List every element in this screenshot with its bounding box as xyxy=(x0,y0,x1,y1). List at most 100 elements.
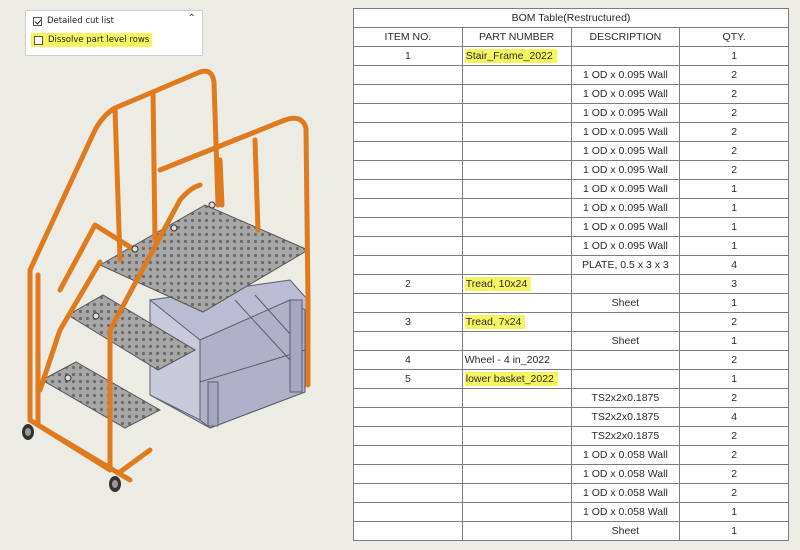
cell-description: 1 OD x 0.095 Wall xyxy=(570,217,681,237)
table-row[interactable]: 1 OD x 0.095 Wall 1 xyxy=(353,179,789,199)
cell-item-no xyxy=(353,407,463,427)
cell-item-no xyxy=(353,445,463,465)
table-row[interactable]: 3 Tread, 7x24 2 xyxy=(353,312,789,332)
table-row[interactable]: TS2x2x0.1875 2 xyxy=(353,388,789,408)
cell-part-number xyxy=(461,502,572,522)
table-row[interactable]: 1 OD x 0.095 Wall 2 xyxy=(353,65,789,85)
cell-part-number xyxy=(461,521,572,541)
table-row[interactable]: 1 OD x 0.058 Wall 1 xyxy=(353,502,789,522)
cell-description: 1 OD x 0.058 Wall xyxy=(570,483,681,503)
cell-qty: 1 xyxy=(679,217,789,237)
cell-part-number xyxy=(461,236,572,256)
table-row[interactable]: 1 Stair_Frame_2022 1 xyxy=(353,46,789,66)
cell-item-no xyxy=(353,426,463,446)
cell-item-no xyxy=(353,388,463,408)
table-row[interactable]: 1 OD x 0.095 Wall 2 xyxy=(353,103,789,123)
cell-part-number xyxy=(461,255,572,275)
cell-description: Sheet xyxy=(570,293,681,313)
cell-item-no xyxy=(353,464,463,484)
cell-part-number xyxy=(461,179,572,199)
cell-qty: 2 xyxy=(679,445,789,465)
cell-description: Sheet xyxy=(570,521,681,541)
table-row[interactable]: PLATE, 0.5 x 3 x 34 xyxy=(353,255,789,275)
highlighted-part-number: Tread, 7x24 xyxy=(464,315,526,329)
cell-qty: 2 xyxy=(679,312,789,332)
cell-item-no xyxy=(353,65,463,85)
cell-description: 1 OD x 0.095 Wall xyxy=(570,198,681,218)
cell-part-number xyxy=(461,293,572,313)
cell-qty: 1 xyxy=(679,502,789,522)
cell-part-number: Tread, 7x24 xyxy=(461,312,572,332)
cell-item-no xyxy=(353,217,463,237)
detailed-cut-list-option[interactable]: Detailed cut list xyxy=(33,16,114,26)
table-row[interactable]: 2 Tread, 10x24 3 xyxy=(353,274,789,294)
cell-item-no: 2 xyxy=(353,274,463,294)
cell-item-no xyxy=(353,84,463,104)
cell-item-no xyxy=(353,198,463,218)
cell-description: 1 OD x 0.058 Wall xyxy=(570,464,681,484)
cell-item-no: 3 xyxy=(353,312,463,332)
table-row[interactable]: 1 OD x 0.095 Wall 2 xyxy=(353,84,789,104)
cell-part-number: Wheel - 4 in_2022 xyxy=(461,350,572,370)
cell-part-number xyxy=(461,141,572,161)
table-row[interactable]: 1 OD x 0.058 Wall 2 xyxy=(353,483,789,503)
cell-item-no xyxy=(353,141,463,161)
cell-description: 1 OD x 0.058 Wall xyxy=(570,502,681,522)
cell-item-no xyxy=(353,255,463,275)
dissolve-rows-checkbox[interactable] xyxy=(34,35,43,45)
highlighted-part-number: Stair_Frame_2022 xyxy=(464,49,557,63)
bom-title: BOM Table(Restructured) xyxy=(353,8,789,28)
cell-item-no xyxy=(353,483,463,503)
cell-part-number xyxy=(461,65,572,85)
dissolve-rows-option[interactable]: Dissolve part level rows xyxy=(31,33,153,47)
cell-qty: 2 xyxy=(679,426,789,446)
cell-qty: 1 xyxy=(679,293,789,313)
header-description: DESCRIPTION xyxy=(570,27,681,47)
table-row[interactable]: 1 OD x 0.095 Wall 1 xyxy=(353,236,789,256)
cell-part-number: lower basket_2022 xyxy=(461,369,572,389)
table-row[interactable]: 1 OD x 0.095 Wall 2 xyxy=(353,122,789,142)
table-row[interactable]: 4 Wheel - 4 in_2022 2 xyxy=(353,350,789,370)
cell-qty: 1 xyxy=(679,521,789,541)
cell-description: TS2x2x0.1875 xyxy=(570,426,681,446)
table-row[interactable]: TS2x2x0.1875 2 xyxy=(353,426,789,446)
wheels xyxy=(22,424,121,492)
table-row[interactable]: 1 OD x 0.095 Wall 1 xyxy=(353,198,789,218)
stair-model-view[interactable] xyxy=(0,55,345,550)
cell-item-no xyxy=(353,521,463,541)
cell-part-number xyxy=(461,407,572,427)
table-row[interactable]: Sheet 1 xyxy=(353,331,789,351)
cell-part-number xyxy=(461,198,572,218)
cell-qty: 2 xyxy=(679,122,789,142)
cell-qty: 2 xyxy=(679,141,789,161)
cell-item-no xyxy=(353,236,463,256)
cell-description: 1 OD x 0.095 Wall xyxy=(570,122,681,142)
table-row[interactable]: TS2x2x0.1875 4 xyxy=(353,407,789,427)
detailed-cut-list-checkbox[interactable] xyxy=(33,16,42,26)
cell-qty: 2 xyxy=(679,350,789,370)
table-row[interactable]: 5 lower basket_2022 1 xyxy=(353,369,789,389)
cell-item-no xyxy=(353,293,463,313)
cell-part-number xyxy=(461,84,572,104)
cell-qty: 1 xyxy=(679,369,789,389)
table-row[interactable]: 1 OD x 0.095 Wall 2 xyxy=(353,160,789,180)
cell-qty: 2 xyxy=(679,103,789,123)
cell-part-number: Stair_Frame_2022 xyxy=(461,46,572,66)
table-row[interactable]: 1 OD x 0.058 Wall 2 xyxy=(353,445,789,465)
chevron-up-icon[interactable]: ⌃ xyxy=(188,13,196,24)
table-row[interactable]: 1 OD x 0.058 Wall 2 xyxy=(353,464,789,484)
cell-qty: 2 xyxy=(679,84,789,104)
table-row[interactable]: Sheet 1 xyxy=(353,293,789,313)
cell-part-number xyxy=(461,483,572,503)
cell-item-no: 4 xyxy=(353,350,463,370)
table-row[interactable]: 1 OD x 0.095 Wall 1 xyxy=(353,217,789,237)
cell-description: 1 OD x 0.095 Wall xyxy=(570,84,681,104)
cell-part-number xyxy=(461,388,572,408)
cell-item-no: 1 xyxy=(353,46,463,66)
cell-part-number: Tread, 10x24 xyxy=(461,274,572,294)
cell-qty: 3 xyxy=(679,274,789,294)
cell-description: 1 OD x 0.095 Wall xyxy=(570,141,681,161)
table-row[interactable]: Sheet 1 xyxy=(353,521,789,541)
table-row[interactable]: 1 OD x 0.095 Wall 2 xyxy=(353,141,789,161)
cell-description: PLATE, 0.5 x 3 x 3 xyxy=(570,255,681,275)
